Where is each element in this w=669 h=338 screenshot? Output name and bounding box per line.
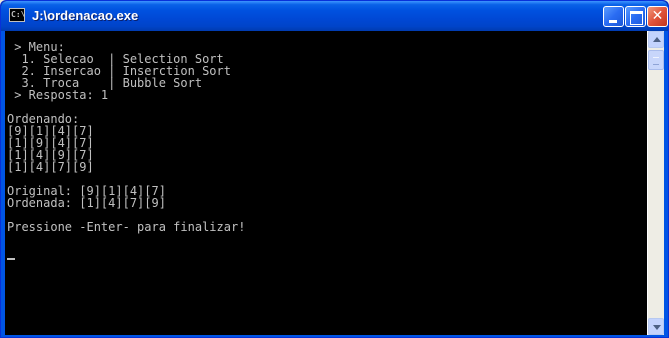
close-button[interactable]: ✕ <box>647 6 668 27</box>
vertical-scrollbar[interactable] <box>647 31 664 335</box>
scroll-up-button[interactable] <box>648 31 664 48</box>
console-output-area[interactable]: > Menu: 1. Selecao | Selection Sort 2. I… <box>5 31 647 335</box>
console-text: > Menu: 1. Selecao | Selection Sort 2. I… <box>7 40 246 234</box>
console-app-icon[interactable]: C:\ <box>9 8 25 22</box>
minimize-button[interactable] <box>603 6 624 27</box>
console-window: C:\ J:\ordenacao.exe ✕ > Menu: 1. Seleca… <box>0 0 669 338</box>
window-title: J:\ordenacao.exe <box>32 8 139 23</box>
scroll-thumb[interactable] <box>648 50 664 70</box>
title-bar[interactable]: C:\ J:\ordenacao.exe ✕ <box>1 1 668 31</box>
arrow-up-icon <box>653 37 661 42</box>
maximize-button[interactable] <box>625 6 646 27</box>
text-cursor <box>7 258 15 260</box>
scroll-down-button[interactable] <box>648 318 664 335</box>
window-frame-right <box>664 31 668 337</box>
close-icon: ✕ <box>651 8 664 24</box>
arrow-down-icon <box>653 325 661 330</box>
